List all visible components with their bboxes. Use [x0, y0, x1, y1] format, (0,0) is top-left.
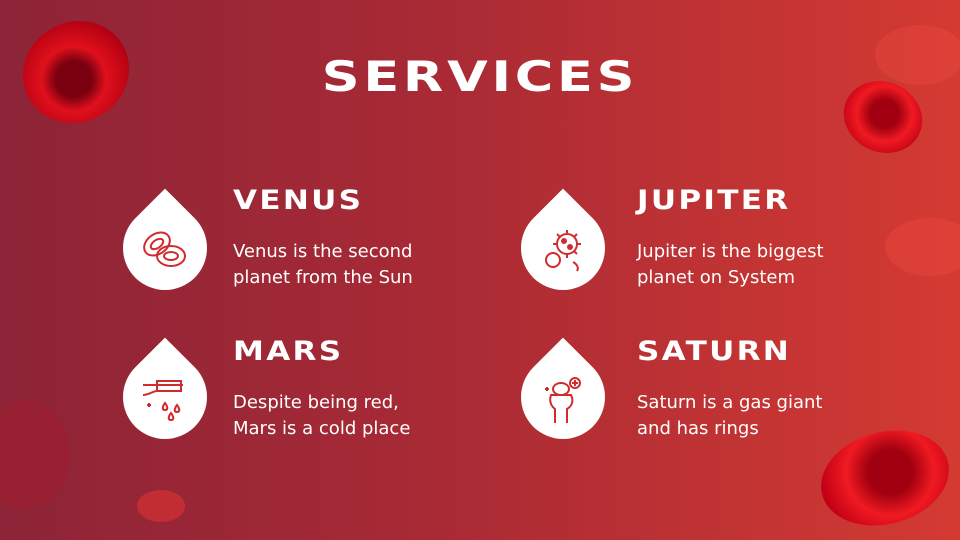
service-description: Venus is the second planet from the Sun [233, 239, 493, 291]
description-line: Mars is a cold place [233, 418, 411, 439]
blood-test-icon [142, 380, 183, 422]
description-line: planet on System [637, 267, 795, 288]
service-description: Saturn is a gas giant and has rings [637, 390, 897, 442]
description-line: Venus is the second [233, 241, 413, 262]
service-heading: SATURN [637, 336, 792, 367]
description-line: planet from the Sun [233, 267, 413, 288]
blood-cell-decoration [137, 490, 185, 522]
page-title: SERVICES [321, 52, 639, 101]
description-line: Jupiter is the biggest [637, 241, 824, 262]
description-line: and has rings [637, 418, 759, 439]
blood-cell-decoration [0, 400, 70, 510]
service-heading: VENUS [233, 185, 364, 216]
description-line: Saturn is a gas giant [637, 392, 823, 413]
service-description: Jupiter is the biggest planet on System [637, 239, 897, 291]
slide: SERVICES VENUS Venus is the second planet… [0, 0, 960, 540]
red-blood-cells-icon [143, 231, 186, 267]
virus-bacteria-icon [545, 230, 581, 272]
hand-blood-cell-icon [545, 377, 581, 423]
service-heading: MARS [233, 336, 344, 367]
service-heading: JUPITER [637, 185, 791, 216]
service-description: Despite being red, Mars is a cold place [233, 390, 493, 442]
description-line: Despite being red, [233, 392, 399, 413]
